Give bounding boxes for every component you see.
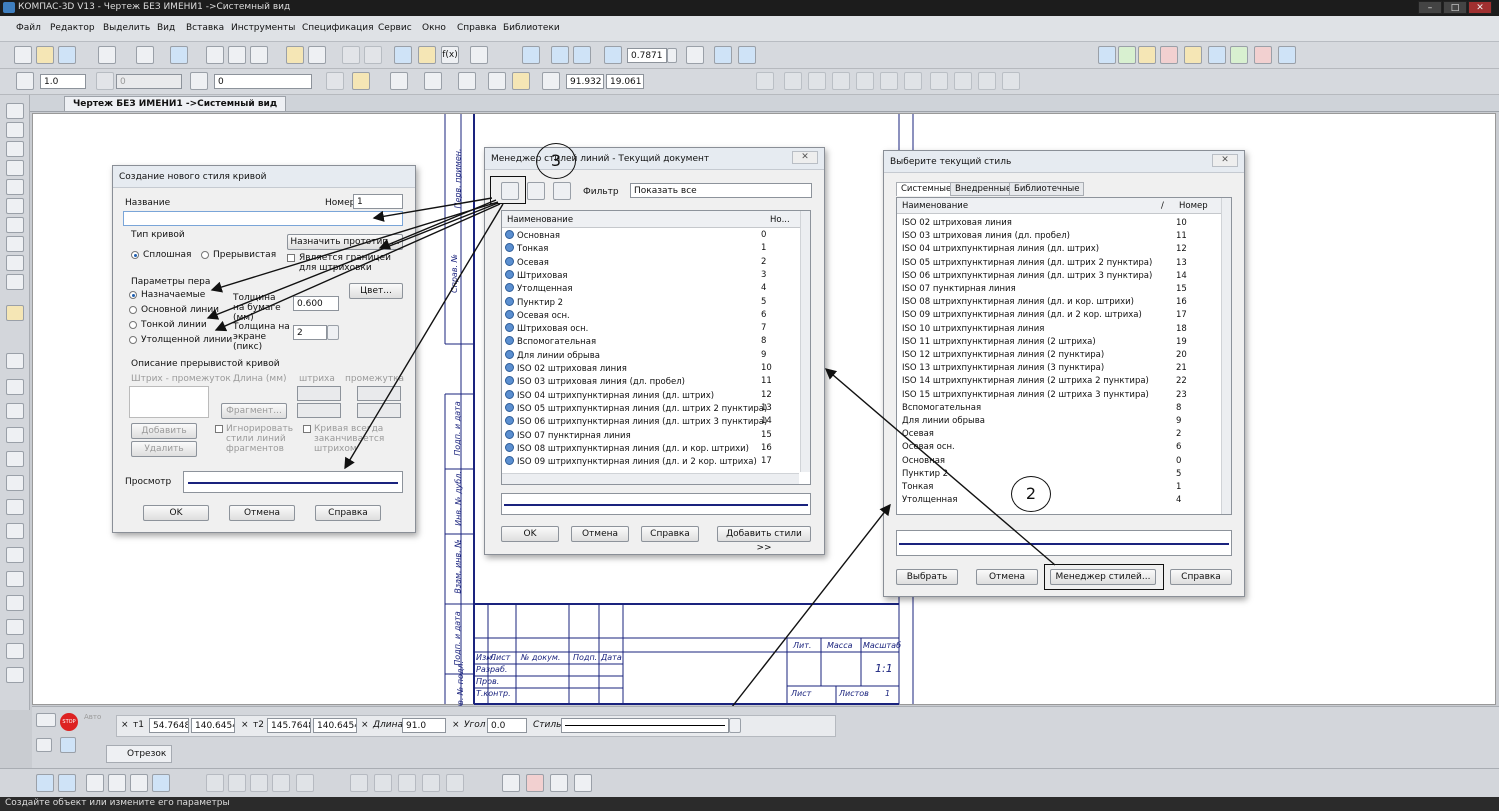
help-question-icon[interactable] (60, 737, 76, 753)
stop-icon[interactable]: STOP (60, 713, 78, 731)
length-lock-icon[interactable]: ⨯ (361, 720, 369, 730)
trim-icon[interactable] (502, 774, 520, 792)
properties-panel: STOP Авто ⨯ т1 54.7648 140.6454 ⨯ т2 145… (32, 706, 1499, 768)
extend-icon[interactable] (574, 774, 592, 792)
help-bottom-icon[interactable] (152, 774, 170, 792)
tool-b2-icon[interactable] (374, 774, 392, 792)
snap-points-icon[interactable] (36, 774, 54, 792)
tool-b4-icon[interactable] (422, 774, 440, 792)
t1-y-field[interactable]: 140.6454 (191, 718, 235, 733)
annotation-arrows (206, 197, 1056, 736)
t2-x-field[interactable]: 145.7648 (267, 718, 311, 733)
t1-label: т1 (133, 720, 144, 730)
style-label: Стиль (533, 720, 562, 730)
params-strip: ⨯ т1 54.7648 140.6454 ⨯ т2 145.7648 140.… (116, 715, 836, 737)
view-b3-icon[interactable] (250, 774, 268, 792)
highlight-new-style (490, 176, 526, 204)
bottom-toolbar (0, 768, 1499, 797)
view-b4-icon[interactable] (272, 774, 290, 792)
view-b1-icon[interactable] (206, 774, 224, 792)
status-text: Создайте объект или измените его парамет… (5, 798, 230, 808)
printer-bottom-icon[interactable] (108, 774, 126, 792)
snap-grid-icon[interactable] (58, 774, 76, 792)
length-label: Длина (373, 720, 404, 730)
view-b2-icon[interactable] (228, 774, 246, 792)
style-dropdown-icon[interactable] (729, 718, 741, 733)
style-select[interactable] (561, 718, 729, 733)
t1-lock-icon[interactable]: ⨯ (121, 720, 129, 730)
annotation-2: 2 (1011, 476, 1051, 512)
tool-b3-icon[interactable] (398, 774, 416, 792)
t1-x-field[interactable]: 54.7648 (149, 718, 189, 733)
annotation-3: 3 (536, 143, 576, 179)
tool-b5-icon[interactable] (446, 774, 464, 792)
angle-lock-icon[interactable]: ⨯ (452, 720, 460, 730)
delete-part-icon[interactable] (526, 774, 544, 792)
status-bar: Создайте объект или измените его парамет… (0, 797, 1499, 811)
angle-field[interactable]: 0.0 (487, 718, 527, 733)
list-bottom-icon[interactable] (130, 774, 148, 792)
break-icon[interactable] (550, 774, 568, 792)
tool-b1-icon[interactable] (350, 774, 368, 792)
apply-arrow-icon[interactable] (36, 713, 56, 727)
t2-label: т2 (253, 720, 264, 730)
t2-y-field[interactable]: 140.6454 (313, 718, 357, 733)
view-b5-icon[interactable] (296, 774, 314, 792)
auto-label: Авто (84, 713, 102, 721)
t2-lock-icon[interactable]: ⨯ (241, 720, 249, 730)
camera-icon[interactable] (36, 738, 52, 752)
segment-tab-label: Отрезок (127, 749, 167, 759)
highlight-manager-button (1044, 564, 1164, 590)
angle-label: Угол (464, 720, 486, 730)
segment-tab[interactable]: Отрезок (106, 745, 172, 763)
length-field[interactable]: 91.0 (402, 718, 446, 733)
snap-options-icon[interactable] (86, 774, 104, 792)
